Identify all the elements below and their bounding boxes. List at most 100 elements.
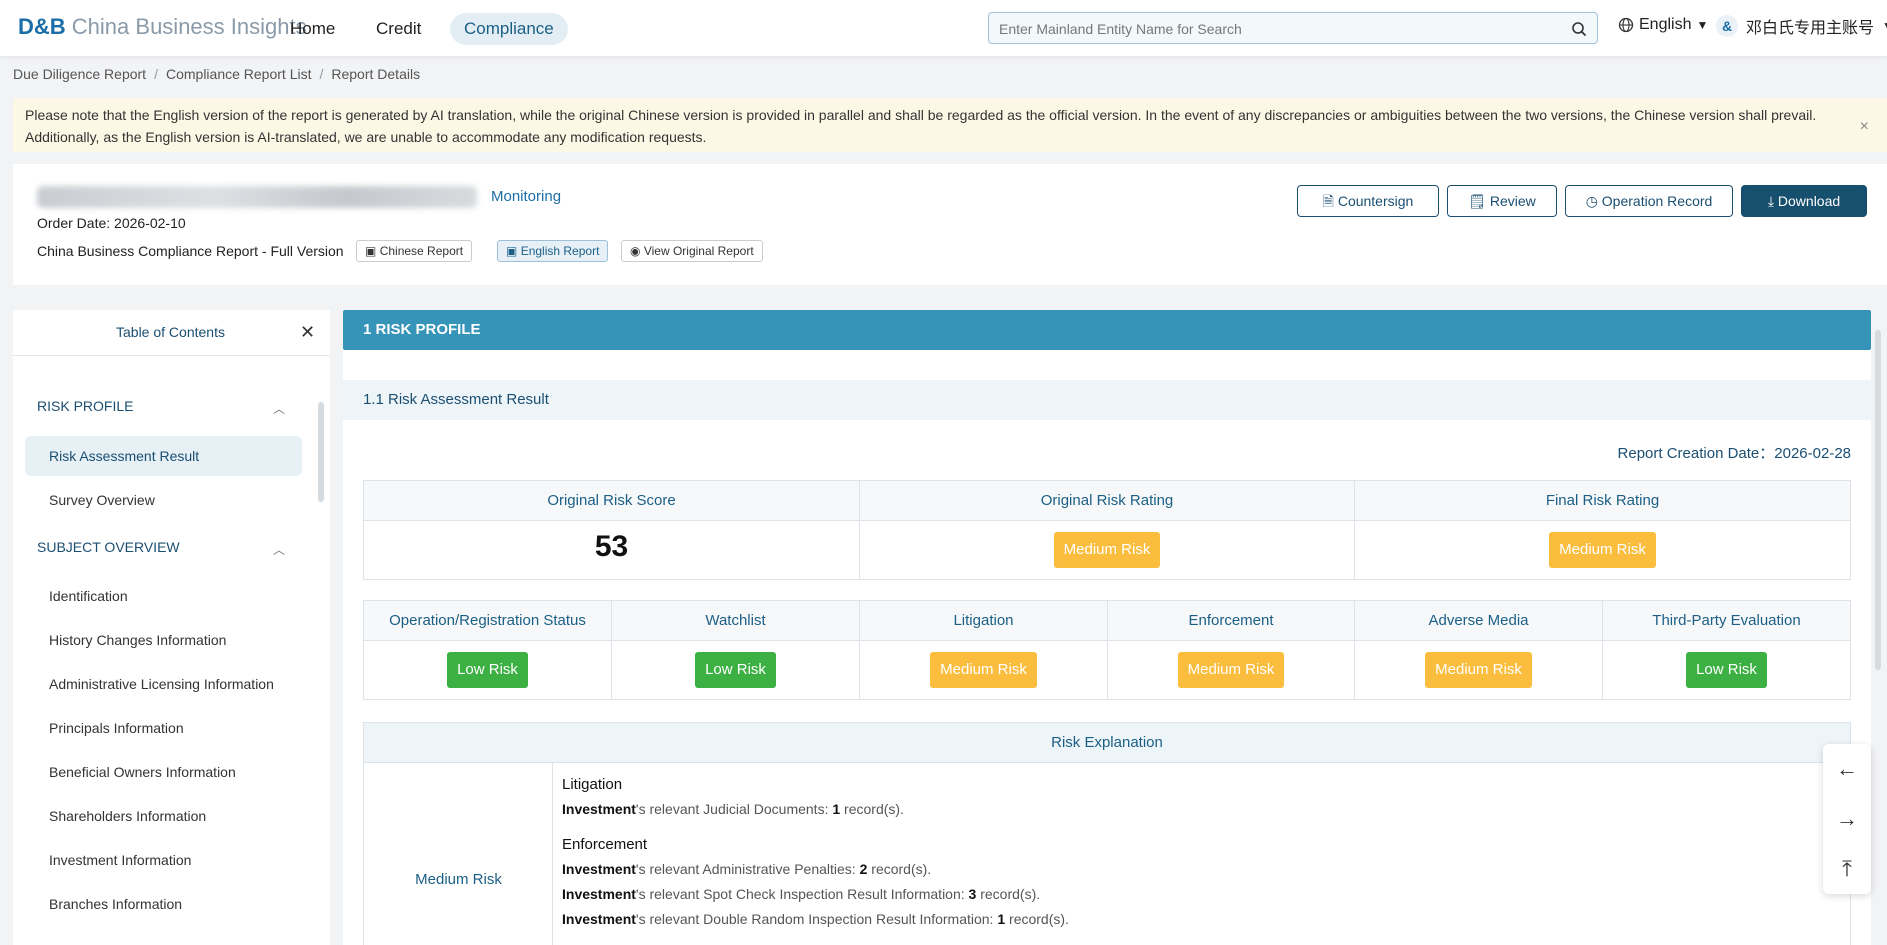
header-litigation: Litigation	[860, 601, 1108, 641]
toc-header: Table of Contents ✕	[13, 310, 330, 356]
watchlist-cell: Low Risk	[612, 641, 860, 699]
toc-item-investment[interactable]: Investment Information	[25, 840, 302, 880]
status-badge: Low Risk	[447, 652, 528, 688]
order-date: Order Date: 2026-02-10	[37, 215, 186, 231]
arrow-right-icon[interactable]: →	[1823, 794, 1871, 844]
toc-section-risk-profile[interactable]: RISK PROFILE	[37, 398, 133, 414]
explanation-text: 's relevant Judicial Documents:	[635, 801, 833, 817]
toc-item-principals[interactable]: Principals Information	[25, 708, 302, 748]
record-count: 1	[997, 911, 1006, 927]
toc-item-branches[interactable]: Branches Information	[25, 884, 302, 924]
status-badge: Medium Risk	[1425, 652, 1532, 688]
explanation-line: Investment's relevant Administrative Pen…	[562, 861, 931, 877]
top-navbar: D&B China Business Insights Home Credit …	[0, 0, 1887, 56]
header-final-risk-rating: Final Risk Rating	[1355, 481, 1850, 521]
nav-credit[interactable]: Credit	[362, 13, 435, 45]
risk-dimensions-table: Operation/Registration Status Watchlist …	[363, 600, 1851, 700]
operation-record-button[interactable]: ◷ Operation Record	[1565, 185, 1733, 217]
close-icon[interactable]: ×	[1860, 116, 1869, 138]
entity-name: Investment	[562, 861, 636, 877]
notice-text: Please note that the English version of …	[25, 107, 1817, 145]
report-header-card: Monitoring Order Date: 2026-02-10 China …	[13, 164, 1887, 285]
review-button[interactable]: 🗒 Review	[1447, 185, 1557, 217]
original-risk-score: 53	[594, 530, 629, 563]
entity-name: Investment	[562, 801, 636, 817]
toc-item-beneficial-owners[interactable]: Beneficial Owners Information	[25, 752, 302, 792]
account-name: 邓白氏专用主账号	[1746, 20, 1875, 37]
subsection-title: 1.1 Risk Assessment Result	[343, 380, 1871, 420]
brand-name: China Business Insights	[71, 14, 307, 39]
ai-translation-notice: Please note that the English version of …	[13, 98, 1887, 152]
adverse-media-cell: Medium Risk	[1355, 641, 1603, 699]
toc-item-identification[interactable]: Identification	[25, 576, 302, 616]
toc-item-administrative-licensing[interactable]: Administrative Licensing Information	[25, 664, 302, 704]
toc-item-risk-assessment-result[interactable]: Risk Assessment Result	[25, 436, 302, 476]
language-label: English	[1639, 16, 1692, 33]
download-button[interactable]: ⤓ Download	[1741, 185, 1867, 217]
breadcrumb: Due Diligence Report / Compliance Report L…	[13, 66, 420, 82]
header-operation-status: Operation/Registration Status	[364, 601, 612, 641]
breadcrumb-due-diligence[interactable]: Due Diligence Report	[13, 66, 146, 82]
search-icon[interactable]	[1571, 21, 1587, 37]
toc-section-subject-overview[interactable]: SUBJECT OVERVIEW	[37, 539, 180, 555]
account-menu[interactable]: & 邓白氏专用主账号 ▼	[1716, 14, 1887, 38]
monitoring-link[interactable]: Monitoring	[491, 188, 561, 205]
breadcrumb-report-list[interactable]: Compliance Report List	[166, 66, 312, 82]
review-label: Review	[1489, 193, 1536, 209]
original-risk-rating-cell: Medium Risk	[860, 521, 1355, 579]
view-original-report-button[interactable]: ◉ View Original Report	[621, 240, 763, 262]
explanation-group-title: Enforcement	[562, 836, 648, 853]
arrow-left-icon[interactable]: ←	[1823, 744, 1871, 794]
header-watchlist: Watchlist	[612, 601, 860, 641]
toc-item-history-changes[interactable]: History Changes Information	[25, 620, 302, 660]
floating-nav: ← → ⤒	[1823, 744, 1871, 894]
brand-logo[interactable]: D&B China Business Insights	[18, 14, 307, 40]
report-icon: ▣	[365, 244, 377, 258]
close-icon[interactable]: ✕	[300, 322, 315, 343]
status-badge: Low Risk	[1686, 652, 1767, 688]
chevron-up-icon[interactable]: ︿	[273, 400, 285, 417]
entity-name: Investment	[562, 886, 636, 902]
status-badge: Medium Risk	[1177, 652, 1285, 688]
explanation-text: 's relevant Double Random Inspection Res…	[635, 911, 998, 927]
toc-item-survey-overview[interactable]: Survey Overview	[25, 480, 302, 520]
english-report-button[interactable]: ▣ English Report	[497, 240, 609, 262]
header-original-risk-rating: Original Risk Rating	[860, 481, 1355, 521]
report-content: 1 RISK PROFILE 1.1 Risk Assessment Resul…	[343, 310, 1871, 945]
language-selector[interactable]: English ▼	[1618, 16, 1708, 34]
countersign-button[interactable]: 🗎 Countersign	[1297, 185, 1439, 217]
translate-icon: ▣	[506, 244, 518, 258]
breadcrumb-separator: /	[154, 66, 158, 82]
toc-item-shareholders[interactable]: Shareholders Information	[25, 796, 302, 836]
explanation-suffix: record(s).	[840, 801, 904, 817]
review-icon: 🗒	[1468, 193, 1486, 209]
header-third-party-evaluation: Third-Party Evaluation	[1603, 601, 1850, 641]
status-badge: Low Risk	[695, 652, 776, 688]
header-original-risk-score: Original Risk Score	[364, 481, 860, 521]
search-input[interactable]	[999, 19, 1559, 39]
original-risk-score-cell: 53	[364, 521, 860, 579]
explanation-line: Investment's relevant Spot Check Inspect…	[562, 886, 1040, 902]
explanation-suffix: record(s).	[867, 861, 932, 877]
table-of-contents: Table of Contents ✕ RISK PROFILE ︿ Risk …	[13, 310, 330, 945]
section-title: 1 RISK PROFILE	[343, 310, 1871, 350]
chinese-report-button[interactable]: ▣ Chinese Report	[356, 240, 473, 262]
back-to-top-icon[interactable]: ⤒	[1823, 844, 1871, 894]
status-badge: Medium Risk	[1053, 532, 1161, 568]
explanation-group-title: Litigation	[562, 776, 623, 793]
chevron-up-icon[interactable]: ︿	[273, 541, 285, 558]
status-badge: Medium Risk	[930, 652, 1037, 688]
explanation-suffix: record(s).	[1005, 911, 1069, 927]
eye-icon: ◉	[630, 244, 641, 258]
nav-compliance[interactable]: Compliance	[450, 13, 568, 45]
download-icon: ⤓	[1767, 193, 1775, 209]
nav-home[interactable]: Home	[276, 13, 349, 45]
content-scrollbar[interactable]	[1875, 330, 1881, 670]
view-original-label: View Original Report	[643, 244, 754, 258]
header-enforcement: Enforcement	[1108, 601, 1355, 641]
explanation-line: Investment's relevant Judicial Documents…	[562, 801, 904, 817]
english-report-label: English Report	[520, 244, 600, 258]
third-party-evaluation-cell: Low Risk	[1603, 641, 1850, 699]
explanation-text: 's relevant Administrative Penalties:	[635, 861, 860, 877]
toc-scrollbar[interactable]	[318, 402, 324, 502]
